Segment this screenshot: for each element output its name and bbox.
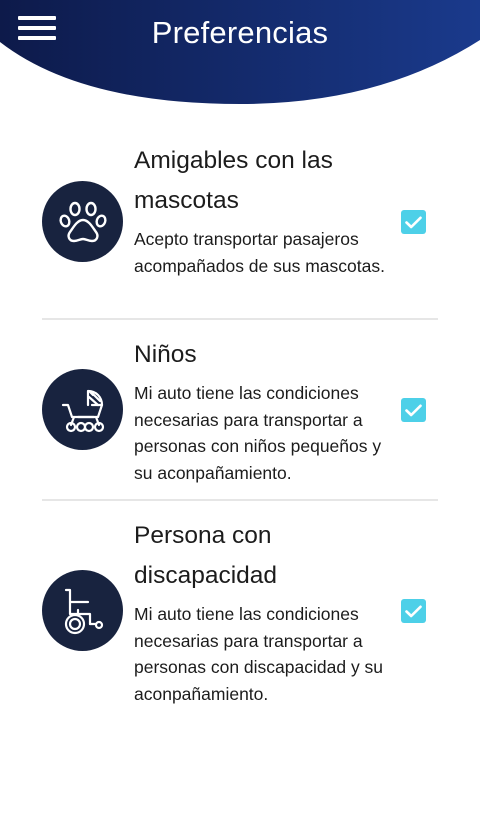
disability-checkbox[interactable]: [401, 599, 426, 623]
preference-title: Amigables con las mascotas: [134, 147, 333, 214]
checkmark-icon: [405, 404, 422, 416]
page-title: Preferencias: [151, 15, 329, 50]
preference-title: Niños: [134, 341, 197, 368]
checkmark-icon: [405, 216, 422, 228]
divider: [42, 318, 438, 320]
preference-description: Mi auto tiene las condiciones necesarias…: [134, 383, 382, 484]
baby-stroller-icon: [42, 369, 123, 450]
pets-checkbox[interactable]: [401, 210, 426, 234]
checkmark-icon: [405, 605, 422, 617]
divider: [42, 499, 438, 501]
preference-description: Mi auto tiene las condiciones necesarias…: [134, 604, 384, 705]
paw-icon: [42, 181, 123, 262]
children-checkbox[interactable]: [401, 398, 426, 422]
wheelchair-icon: [42, 570, 123, 651]
preference-title: Persona con discapacidad: [134, 522, 278, 589]
preference-description: Acepto transportar pasajeros acompañados…: [134, 229, 385, 276]
header-bar: Preferencias: [0, 0, 480, 110]
